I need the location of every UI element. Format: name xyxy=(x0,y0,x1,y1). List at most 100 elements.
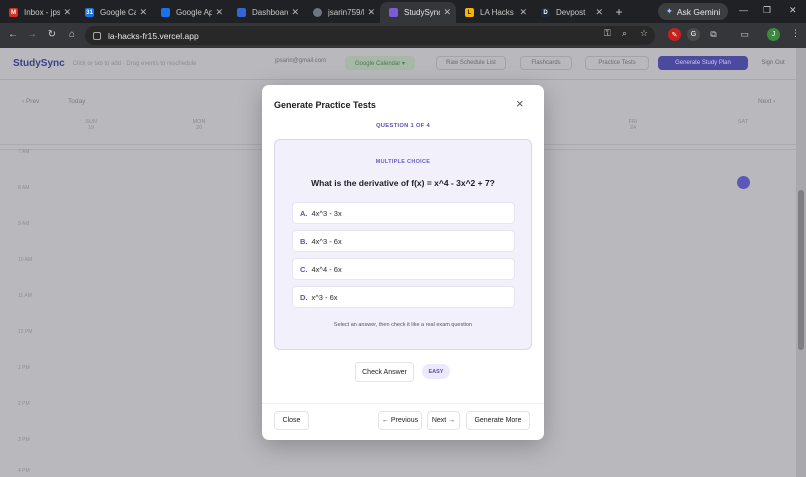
close-button[interactable]: Close xyxy=(274,411,309,430)
difficulty-badge: EASY xyxy=(422,364,450,379)
modal-divider xyxy=(262,403,544,404)
tab-label: Dashboard xyxy=(252,8,289,17)
time-label: 8 AM xyxy=(18,185,30,191)
generate-more-button[interactable]: Generate More xyxy=(466,411,530,430)
day-header-fri: FRI 24 xyxy=(618,119,648,131)
close-tab-icon[interactable]: ✕ xyxy=(139,7,147,18)
close-tab-icon[interactable]: ✕ xyxy=(291,7,299,18)
raw-schedule-button[interactable]: Raw Schedule List xyxy=(436,56,506,70)
profile-avatar[interactable]: J xyxy=(767,28,780,41)
tab-label: Google Apps xyxy=(176,8,213,17)
tab-google-calendar[interactable]: 31 Google Cale ✕ xyxy=(76,2,152,23)
question-progress: QUESTION 1 OF 4 xyxy=(375,123,431,129)
bookmark-star-icon[interactable]: ☆ xyxy=(640,28,648,39)
page-scrollbar-thumb[interactable] xyxy=(798,190,804,350)
check-answer-button[interactable]: Check Answer xyxy=(355,362,414,382)
close-tab-icon[interactable]: ✕ xyxy=(443,7,451,18)
app-logo[interactable]: StudySync xyxy=(13,58,65,69)
tab-label: Devpost xyxy=(556,8,586,17)
address-bar[interactable]: la-hacks-fr15.vercel.app xyxy=(85,26,655,45)
tab-studysync[interactable]: StudySync ✕ xyxy=(380,2,456,23)
gemini-sparkle-icon: ✦ xyxy=(665,6,673,16)
time-label: 11 AM xyxy=(18,293,32,299)
window-close-icon[interactable]: ✕ xyxy=(789,5,797,16)
la-hacks-icon: L xyxy=(465,8,474,17)
grammarly-icon[interactable]: G xyxy=(687,28,700,41)
new-tab-button[interactable]: + xyxy=(608,5,630,19)
question-type: MULTIPLE CHOICE xyxy=(375,159,431,165)
option-text: 4x^3 - 6x xyxy=(311,236,342,246)
gmail-icon: M xyxy=(9,8,18,17)
answer-option-b[interactable]: B. 4x^3 - 6x xyxy=(292,230,515,252)
calendar-next-button[interactable]: Next › xyxy=(758,98,775,105)
option-letter: A. xyxy=(300,208,308,218)
option-text: 4x^3 - 3x xyxy=(311,208,342,218)
close-tab-icon[interactable]: ✕ xyxy=(519,7,527,18)
day-number: 20 xyxy=(195,125,203,131)
tab-dashboard[interactable]: Dashboard ✕ xyxy=(228,2,304,23)
app-tagline: Click or tab to add · Drag events to res… xyxy=(72,60,197,67)
tab-google-apps[interactable]: Google Apps ✕ xyxy=(152,2,228,23)
restore-icon[interactable]: ❐ xyxy=(763,5,771,16)
option-letter: B. xyxy=(300,236,308,246)
modal-title: Generate Practice Tests xyxy=(274,100,376,110)
site-info-icon[interactable] xyxy=(93,31,101,40)
answer-option-d[interactable]: D. x^3 - 6x xyxy=(292,286,515,308)
close-tab-icon[interactable]: ✕ xyxy=(215,7,223,18)
github-icon xyxy=(313,8,322,17)
home-icon[interactable]: ⌂ xyxy=(62,29,82,40)
time-label: 4 PM xyxy=(18,468,30,474)
tab-label: StudySync xyxy=(404,8,441,17)
practice-test-modal: Generate Practice Tests × QUESTION 1 OF … xyxy=(262,85,544,440)
time-label: 9 AM xyxy=(18,221,30,227)
answer-hint: Select an answer, then check it like a r… xyxy=(333,322,473,328)
calendar-today-button[interactable]: Today xyxy=(68,98,85,105)
close-tab-icon[interactable]: ✕ xyxy=(367,7,375,18)
menu-kebab-icon[interactable]: ⋮ xyxy=(791,28,800,39)
ask-gemini-button[interactable]: ✦ Ask Gemini xyxy=(658,3,728,20)
answer-option-c[interactable]: C. 4x^4 - 6x xyxy=(292,258,515,280)
practice-tests-button[interactable]: Practice Tests xyxy=(585,56,649,70)
tab-devpost[interactable]: D Devpost ✕ xyxy=(532,2,608,23)
forward-icon[interactable]: → xyxy=(22,29,42,40)
extensions-puzzle-icon[interactable]: ⧉ xyxy=(707,28,720,41)
side-panel-icon[interactable]: ▭ xyxy=(738,28,751,41)
tab-github[interactable]: jsarin759/LA ✕ xyxy=(304,2,380,23)
tab-label: Google Cale xyxy=(100,8,137,17)
user-email: jpsarin@gmail.com xyxy=(275,58,327,64)
generate-study-plan-button[interactable]: Generate Study Plan xyxy=(658,56,748,70)
time-label: 3 PM xyxy=(18,437,30,443)
minimize-icon[interactable]: — xyxy=(739,5,748,15)
browser-toolbar: ← → ↻ ⌂ la-hacks-fr15.vercel.app ⚿ ⌕ ☆ ✎… xyxy=(0,23,806,48)
tab-gmail[interactable]: M Inbox - jpsu ✕ xyxy=(0,2,76,23)
close-tab-icon[interactable]: ✕ xyxy=(595,7,603,18)
extension-pen-icon[interactable]: ✎ xyxy=(668,28,681,41)
zoom-icon[interactable]: ⌕ xyxy=(622,28,627,39)
tab-label: Inbox - jpsu xyxy=(24,8,61,17)
next-button[interactable]: Next → xyxy=(427,411,460,430)
day-name: SAT xyxy=(737,119,749,125)
key-icon[interactable]: ⚿ xyxy=(604,28,611,39)
answer-option-a[interactable]: A. 4x^3 - 3x xyxy=(292,202,515,224)
day-number: 24 xyxy=(629,125,637,131)
ask-gemini-label: Ask Gemini xyxy=(676,6,721,17)
tab-la-hacks[interactable]: L LA Hacks ✕ xyxy=(456,2,532,23)
day-header-sat: SAT xyxy=(728,119,758,125)
previous-button[interactable]: ← Previous xyxy=(378,411,422,430)
close-icon[interactable]: × xyxy=(516,97,524,110)
calendar-select[interactable]: Google Calendar ▾ xyxy=(345,56,415,70)
reload-icon[interactable]: ↻ xyxy=(42,29,62,40)
question-text: What is the derivative of f(x) = x^4 - 3… xyxy=(311,178,495,188)
time-label: 12 PM xyxy=(18,329,33,335)
sign-out-button[interactable]: Sign Out xyxy=(756,56,790,70)
app-header: StudySync Click or tab to add · Drag eve… xyxy=(0,48,806,80)
close-tab-icon[interactable]: ✕ xyxy=(63,7,71,18)
back-icon[interactable]: ← xyxy=(3,29,23,40)
day-header-mon: MON 20 xyxy=(184,119,214,131)
devpost-icon: D xyxy=(541,8,550,17)
flashcards-button[interactable]: Flashcards xyxy=(520,56,572,70)
url-text: la-hacks-fr15.vercel.app xyxy=(108,30,199,41)
option-letter: C. xyxy=(300,264,308,274)
calendar-prev-button[interactable]: ‹ Prev xyxy=(22,98,39,105)
question-card: MULTIPLE CHOICE What is the derivative o… xyxy=(274,139,532,350)
